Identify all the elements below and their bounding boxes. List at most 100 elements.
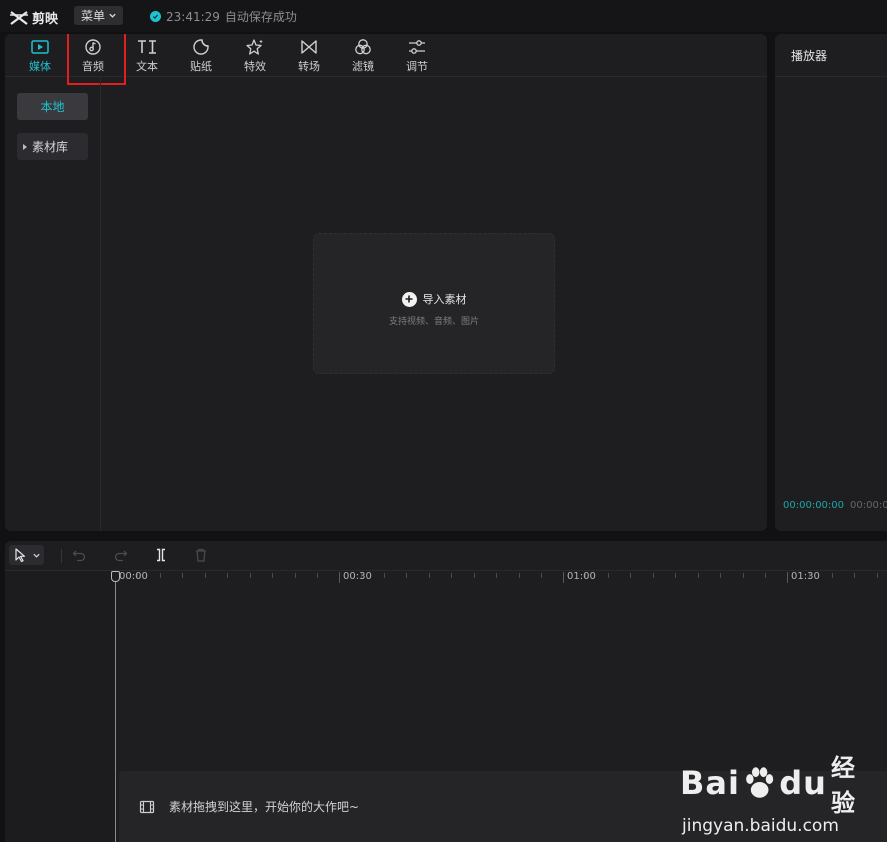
ruler-tick bbox=[384, 573, 385, 578]
ruler-major-tick bbox=[787, 572, 788, 583]
drop-zone-hint: 素材拖拽到这里，开始你的大作吧~ bbox=[169, 800, 360, 814]
tab-adjust[interactable]: 调节 bbox=[390, 34, 444, 77]
ruler-tick bbox=[474, 573, 475, 578]
filter-circles-icon bbox=[355, 39, 371, 55]
ruler-tick bbox=[608, 573, 609, 578]
watermark-brand: Bai du 经验 bbox=[680, 748, 880, 818]
check-circle-icon bbox=[150, 11, 161, 22]
trash-icon bbox=[196, 548, 206, 562]
ruler-tick bbox=[541, 573, 542, 578]
import-label: 导入素材 bbox=[422, 293, 467, 306]
split-icon bbox=[157, 548, 165, 562]
capcut-logo-icon bbox=[10, 10, 28, 25]
undo-button[interactable] bbox=[71, 547, 87, 563]
tab-sticker-label: 贴纸 bbox=[190, 60, 212, 73]
asset-toolbar: 媒体 音频 文本 贴纸 特效 转场 滤镜 调节 bbox=[5, 34, 767, 85]
tab-audio-label: 音频 bbox=[82, 60, 104, 73]
transition-bowtie-icon bbox=[301, 40, 317, 54]
ruler-tick bbox=[137, 573, 138, 578]
tab-transition-label: 转场 bbox=[298, 60, 320, 73]
delete-button[interactable] bbox=[193, 547, 209, 563]
tab-text[interactable]: 文本 bbox=[120, 34, 174, 77]
tab-transition[interactable]: 转场 bbox=[282, 34, 336, 77]
player-panel: 播放器 00:00:00:00 00:00:00:00 bbox=[775, 34, 887, 531]
tab-text-label: 文本 bbox=[136, 60, 158, 73]
chevron-down-icon bbox=[109, 13, 116, 18]
ruler-tick bbox=[250, 573, 251, 578]
ruler-tick bbox=[160, 573, 161, 578]
film-strip-icon bbox=[139, 800, 155, 813]
ruler-tick bbox=[698, 573, 699, 578]
menu-button[interactable]: 菜单 bbox=[74, 6, 124, 25]
watermark-brand-a: Bai bbox=[680, 764, 740, 802]
sidebar-item-library[interactable]: 素材库 bbox=[17, 133, 88, 160]
adjust-sliders-icon bbox=[409, 40, 425, 54]
ruler-tick bbox=[272, 573, 273, 578]
player-timecode: 00:00:00:00 00:00:00:00 bbox=[783, 500, 887, 511]
ruler-tick bbox=[720, 573, 721, 578]
effects-star-icon bbox=[246, 39, 263, 55]
ruler-tick bbox=[877, 573, 878, 578]
ruler-tick bbox=[317, 573, 318, 578]
baidu-jingyan-watermark: Bai du 经验 jingyan.baidu.com bbox=[680, 748, 880, 836]
ruler-major-tick bbox=[563, 572, 564, 583]
redo-button[interactable] bbox=[113, 547, 129, 563]
app-logo: 剪映 bbox=[9, 8, 58, 27]
tab-adjust-label: 调节 bbox=[406, 60, 428, 73]
sidebar-item-library-label: 素材库 bbox=[32, 140, 69, 154]
media-play-icon bbox=[31, 40, 49, 54]
ruler-tick bbox=[519, 573, 520, 578]
sticker-icon bbox=[193, 39, 209, 55]
playhead-handle[interactable] bbox=[111, 571, 120, 582]
text-icon bbox=[138, 40, 156, 54]
audio-note-icon bbox=[85, 39, 101, 55]
import-button[interactable]: 导入素材 bbox=[401, 291, 467, 307]
ruler-label: 01:00 bbox=[567, 571, 596, 582]
import-hint: 支持视频、音频、图片 bbox=[388, 317, 479, 327]
ruler-tick bbox=[451, 573, 452, 578]
ruler-label: 00:30 bbox=[343, 571, 372, 582]
track-header-area bbox=[5, 571, 115, 842]
ruler-label: 00:00 bbox=[119, 571, 148, 582]
ruler-tick bbox=[675, 573, 676, 578]
ruler-tick bbox=[743, 573, 744, 578]
tab-effects-label: 特效 bbox=[244, 60, 266, 73]
select-tool-button[interactable] bbox=[9, 545, 44, 565]
timeline-toolbar bbox=[5, 541, 887, 571]
ruler-tick bbox=[406, 573, 407, 578]
paw-icon bbox=[746, 767, 774, 798]
autosave-time: 23:41:29 bbox=[166, 9, 220, 24]
menu-button-label: 菜单 bbox=[81, 9, 106, 23]
ruler-tick bbox=[854, 573, 855, 578]
player-header: 播放器 bbox=[775, 34, 887, 77]
ruler-tick bbox=[832, 573, 833, 578]
tab-filter[interactable]: 滤镜 bbox=[336, 34, 390, 77]
tab-effects[interactable]: 特效 bbox=[228, 34, 282, 77]
ruler-tick bbox=[361, 573, 362, 578]
top-bar: 剪映 菜单 23:41:29 自动保存成功 bbox=[0, 0, 887, 32]
ruler-tick bbox=[182, 573, 183, 578]
playhead-line bbox=[115, 577, 116, 842]
ruler-tick bbox=[205, 573, 206, 578]
import-media-dropzone[interactable]: 导入素材 支持视频、音频、图片 bbox=[313, 233, 555, 374]
ruler-tick bbox=[765, 573, 766, 578]
player-title: 播放器 bbox=[791, 48, 828, 63]
tab-audio[interactable]: 音频 bbox=[66, 34, 120, 77]
player-total-time: 00:00:00:00 bbox=[850, 500, 887, 511]
autosave-status: 23:41:29 自动保存成功 bbox=[150, 8, 297, 25]
redo-icon bbox=[114, 550, 128, 562]
ruler-tick bbox=[295, 573, 296, 578]
sidebar-item-local[interactable]: 本地 bbox=[17, 93, 88, 120]
toolbar-divider bbox=[61, 549, 62, 563]
plus-icon bbox=[401, 291, 417, 307]
media-panel: 媒体 音频 文本 贴纸 特效 转场 滤镜 调节 本地 素材库 导入素材 支持视频… bbox=[5, 34, 767, 531]
autosave-text: 自动保存成功 bbox=[224, 10, 297, 24]
tab-sticker[interactable]: 贴纸 bbox=[174, 34, 228, 77]
ruler-label: 01:30 bbox=[791, 571, 820, 582]
tab-media[interactable]: 媒体 bbox=[13, 34, 67, 77]
ruler-tick bbox=[809, 573, 810, 578]
ruler-tick bbox=[496, 573, 497, 578]
split-button[interactable] bbox=[153, 547, 169, 563]
timeline-ruler[interactable]: 00:00 00:30 01:00 01:30 bbox=[115, 571, 887, 585]
undo-icon bbox=[72, 550, 86, 562]
